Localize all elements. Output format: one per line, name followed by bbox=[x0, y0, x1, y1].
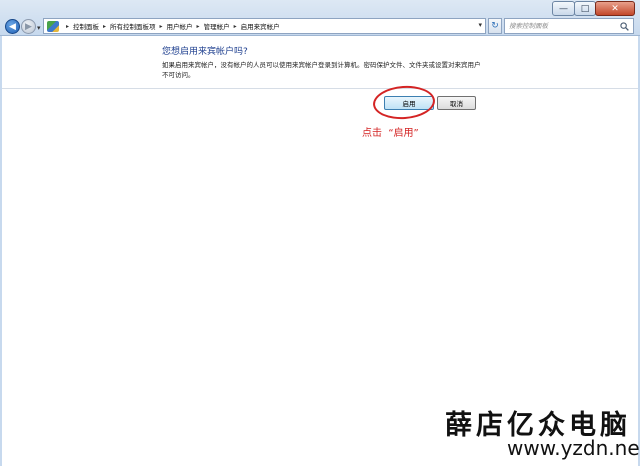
highlight-circle bbox=[371, 83, 437, 122]
maximize-button[interactable]: □ bbox=[574, 1, 596, 16]
window-controls: — □ ✕ bbox=[552, 1, 635, 16]
breadcrumb-separator[interactable]: ▸ bbox=[66, 23, 69, 30]
cancel-button[interactable]: 取消 bbox=[437, 96, 476, 110]
breadcrumb-item-enable-guest[interactable]: 启用来宾帐户 bbox=[241, 21, 280, 31]
forward-button[interactable]: ▶ bbox=[21, 19, 36, 34]
address-bar[interactable]: ▸ 控制面板 ▸ 所有控制面板项 ▸ 用户帐户 ▸ 管理帐户 ▸ 启用来宾帐户 … bbox=[43, 18, 486, 34]
content-divider bbox=[2, 88, 638, 89]
search-icon[interactable] bbox=[620, 22, 629, 31]
page-description: 如果启用来宾帐户，没有帐户的人员可以使用来宾帐户登录到计算机。密码保护文件、文件… bbox=[162, 61, 481, 79]
refresh-button[interactable]: ↻ bbox=[488, 18, 502, 34]
breadcrumb-item-manage-accounts[interactable]: 管理帐户 bbox=[204, 21, 230, 31]
breadcrumb: ▸ 控制面板 ▸ 所有控制面板项 ▸ 用户帐户 ▸ 管理帐户 ▸ 启用来宾帐户 bbox=[62, 21, 280, 32]
breadcrumb-separator[interactable]: ▸ bbox=[103, 23, 106, 30]
search-input[interactable] bbox=[509, 20, 617, 32]
minimize-button[interactable]: — bbox=[552, 1, 575, 16]
recent-pages-dropdown[interactable]: ▾ bbox=[37, 24, 41, 32]
breadcrumb-item-user-accounts[interactable]: 用户帐户 bbox=[167, 21, 193, 31]
click-annotation: 点击 “启用” bbox=[362, 128, 419, 139]
breadcrumb-item-all-items[interactable]: 所有控制面板项 bbox=[110, 21, 156, 31]
address-dropdown[interactable]: ▾ bbox=[478, 21, 482, 29]
close-button[interactable]: ✕ bbox=[595, 1, 635, 16]
breadcrumb-separator[interactable]: ▸ bbox=[160, 23, 163, 30]
search-box[interactable] bbox=[504, 18, 634, 34]
breadcrumb-item-control-panel[interactable]: 控制面板 bbox=[73, 21, 99, 31]
back-button[interactable]: ◀ bbox=[5, 19, 20, 34]
watermark-url: www.yzdn.net bbox=[507, 436, 640, 460]
control-panel-icon bbox=[47, 20, 59, 32]
breadcrumb-separator[interactable]: ▸ bbox=[197, 23, 200, 30]
page-title: 您想启用来宾帐户吗? bbox=[162, 47, 248, 57]
breadcrumb-separator[interactable]: ▸ bbox=[234, 23, 237, 30]
window-left-border bbox=[0, 36, 2, 466]
